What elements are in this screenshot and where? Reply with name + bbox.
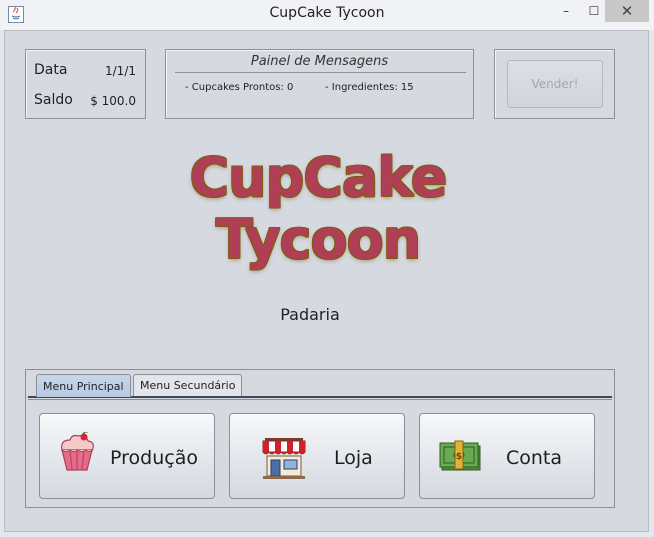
- production-button[interactable]: Produção: [39, 413, 215, 499]
- sell-button[interactable]: Vender!: [507, 60, 603, 108]
- minimize-button[interactable]: –: [552, 0, 580, 22]
- store-button[interactable]: Loja: [229, 413, 405, 499]
- game-logo: CupCake Tycoon: [168, 145, 468, 286]
- store-button-label: Loja: [334, 447, 373, 469]
- message-panel-title: Painel de Mensagens: [250, 54, 389, 69]
- date-value: 1/1/1: [105, 64, 136, 78]
- message-panel: Painel de Mensagens - Cupcakes Prontos: …: [165, 49, 474, 119]
- logo-line-2: Tycoon: [215, 207, 422, 272]
- bakery-name: Padaria: [280, 305, 340, 324]
- maximize-button[interactable]: ☐: [580, 0, 608, 22]
- production-button-label: Produção: [110, 447, 198, 469]
- svg-text:$: $: [456, 452, 462, 462]
- title-bar[interactable]: CupCake Tycoon – ☐ ✕: [0, 0, 654, 30]
- sell-panel: Vender!: [494, 49, 615, 119]
- menu-tab-panel: Menu Principal Menu Secundário Produção …: [25, 369, 615, 508]
- account-button[interactable]: $ Conta: [419, 413, 595, 499]
- date-label: Data: [34, 62, 68, 78]
- logo-line-1: CupCake: [189, 145, 448, 210]
- store-icon: [262, 438, 306, 479]
- message-divider: [175, 72, 466, 73]
- balance-value: $ 100.0: [90, 94, 136, 108]
- status-panel: Data 1/1/1 Saldo $ 100.0: [25, 49, 146, 119]
- message-cupcakes-ready: - Cupcakes Prontos: 0: [185, 82, 294, 93]
- message-ingredients: - Ingredientes: 15: [325, 82, 414, 93]
- balance-label: Saldo: [34, 92, 73, 108]
- tab-main-menu[interactable]: Menu Principal: [36, 374, 131, 397]
- account-button-label: Conta: [506, 447, 563, 469]
- money-icon: $: [439, 440, 481, 471]
- tab-secondary-menu[interactable]: Menu Secundário: [133, 374, 243, 396]
- close-button[interactable]: ✕: [605, 0, 649, 22]
- tab-divider-shadow: [28, 399, 612, 400]
- cupcake-icon: [61, 432, 94, 471]
